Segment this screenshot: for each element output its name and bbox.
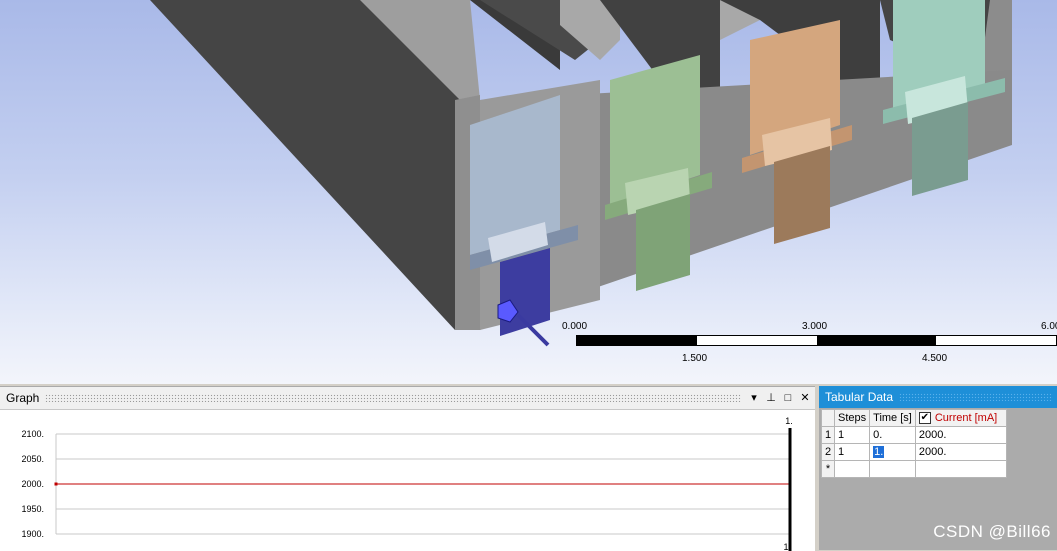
cell-time[interactable]: 0.: [869, 426, 916, 444]
graph-title: Graph: [6, 391, 40, 405]
cell-steps[interactable]: 1: [833, 443, 871, 461]
pin-icon[interactable]: ⊥: [764, 391, 778, 405]
tabular-panel-header: Tabular Data: [819, 386, 1057, 408]
watermark: CSDN @Bill66: [933, 522, 1051, 541]
checkbox-icon[interactable]: ✔: [918, 412, 931, 425]
y-tick-label: 1950.: [21, 504, 44, 514]
col-header-steps[interactable]: Steps: [833, 409, 871, 427]
header-row: Steps Time [s] ✔ Current [mA]: [821, 409, 1007, 427]
y-tick-label: 1900.: [21, 529, 44, 539]
col-header-time[interactable]: Time [s]: [869, 409, 916, 427]
maximize-icon[interactable]: □: [781, 391, 795, 405]
drag-grip[interactable]: [45, 394, 741, 402]
model-viewport[interactable]: 0.000 3.000 6.00 1.500 4.500: [0, 0, 1057, 384]
cell-time[interactable]: [869, 460, 916, 478]
row-index: 1: [821, 426, 835, 444]
col-header-current[interactable]: ✔ Current [mA]: [914, 409, 1007, 427]
graph-panel-header: Graph ▾ ⊥ □ ✕: [0, 387, 815, 410]
scale-label-4-5: 4.500: [922, 353, 948, 364]
row-index: 2: [821, 443, 835, 461]
time-marker-top-label: 1.: [785, 416, 793, 426]
drag-grip[interactable]: [899, 393, 1053, 401]
table-row[interactable]: 2 1 1. 2000.: [821, 443, 1007, 461]
data-point: [54, 482, 58, 486]
new-row[interactable]: *: [821, 460, 1007, 478]
col-header-current-label: Current [mA]: [934, 411, 998, 424]
cell-time[interactable]: 1.: [869, 443, 916, 461]
y-tick-label: 2000.: [21, 479, 44, 489]
cell-steps[interactable]: 1: [833, 426, 871, 444]
graph-chart[interactable]: 2100.2050.2000.1950.1900.1.1: [0, 410, 815, 551]
cell-current[interactable]: 2000.: [914, 426, 1007, 444]
tabular-grid: Steps Time [s] ✔ Current [mA] 1 1 0. 2000…: [821, 409, 1007, 478]
scale-label-6: 6.00: [1041, 321, 1057, 332]
dropdown-icon[interactable]: ▾: [747, 391, 761, 405]
busbar-model-geometry: [150, 0, 1012, 347]
y-tick-label: 2100.: [21, 429, 44, 439]
graph-panel: Graph ▾ ⊥ □ ✕ 2100. 2050. 2000. 1950. 1900. 1…: [0, 386, 815, 551]
cell-time-selected[interactable]: 1.: [873, 446, 885, 458]
scale-label-0: 0.000: [562, 321, 588, 332]
tabular-title: Tabular Data: [825, 390, 894, 404]
scale-bar: [576, 335, 1057, 346]
cell-current[interactable]: [914, 460, 1007, 478]
corner-cell: [821, 409, 835, 427]
cell-current[interactable]: 2000.: [914, 443, 1007, 461]
scale-label-3: 3.000: [802, 321, 828, 332]
close-icon[interactable]: ✕: [798, 391, 812, 405]
y-tick-label: 2050.: [21, 454, 44, 464]
new-row-marker: *: [821, 460, 835, 478]
table-row[interactable]: 1 1 0. 2000.: [821, 426, 1007, 444]
scale-label-1-5: 1.500: [682, 353, 708, 364]
cell-steps[interactable]: [833, 460, 871, 478]
